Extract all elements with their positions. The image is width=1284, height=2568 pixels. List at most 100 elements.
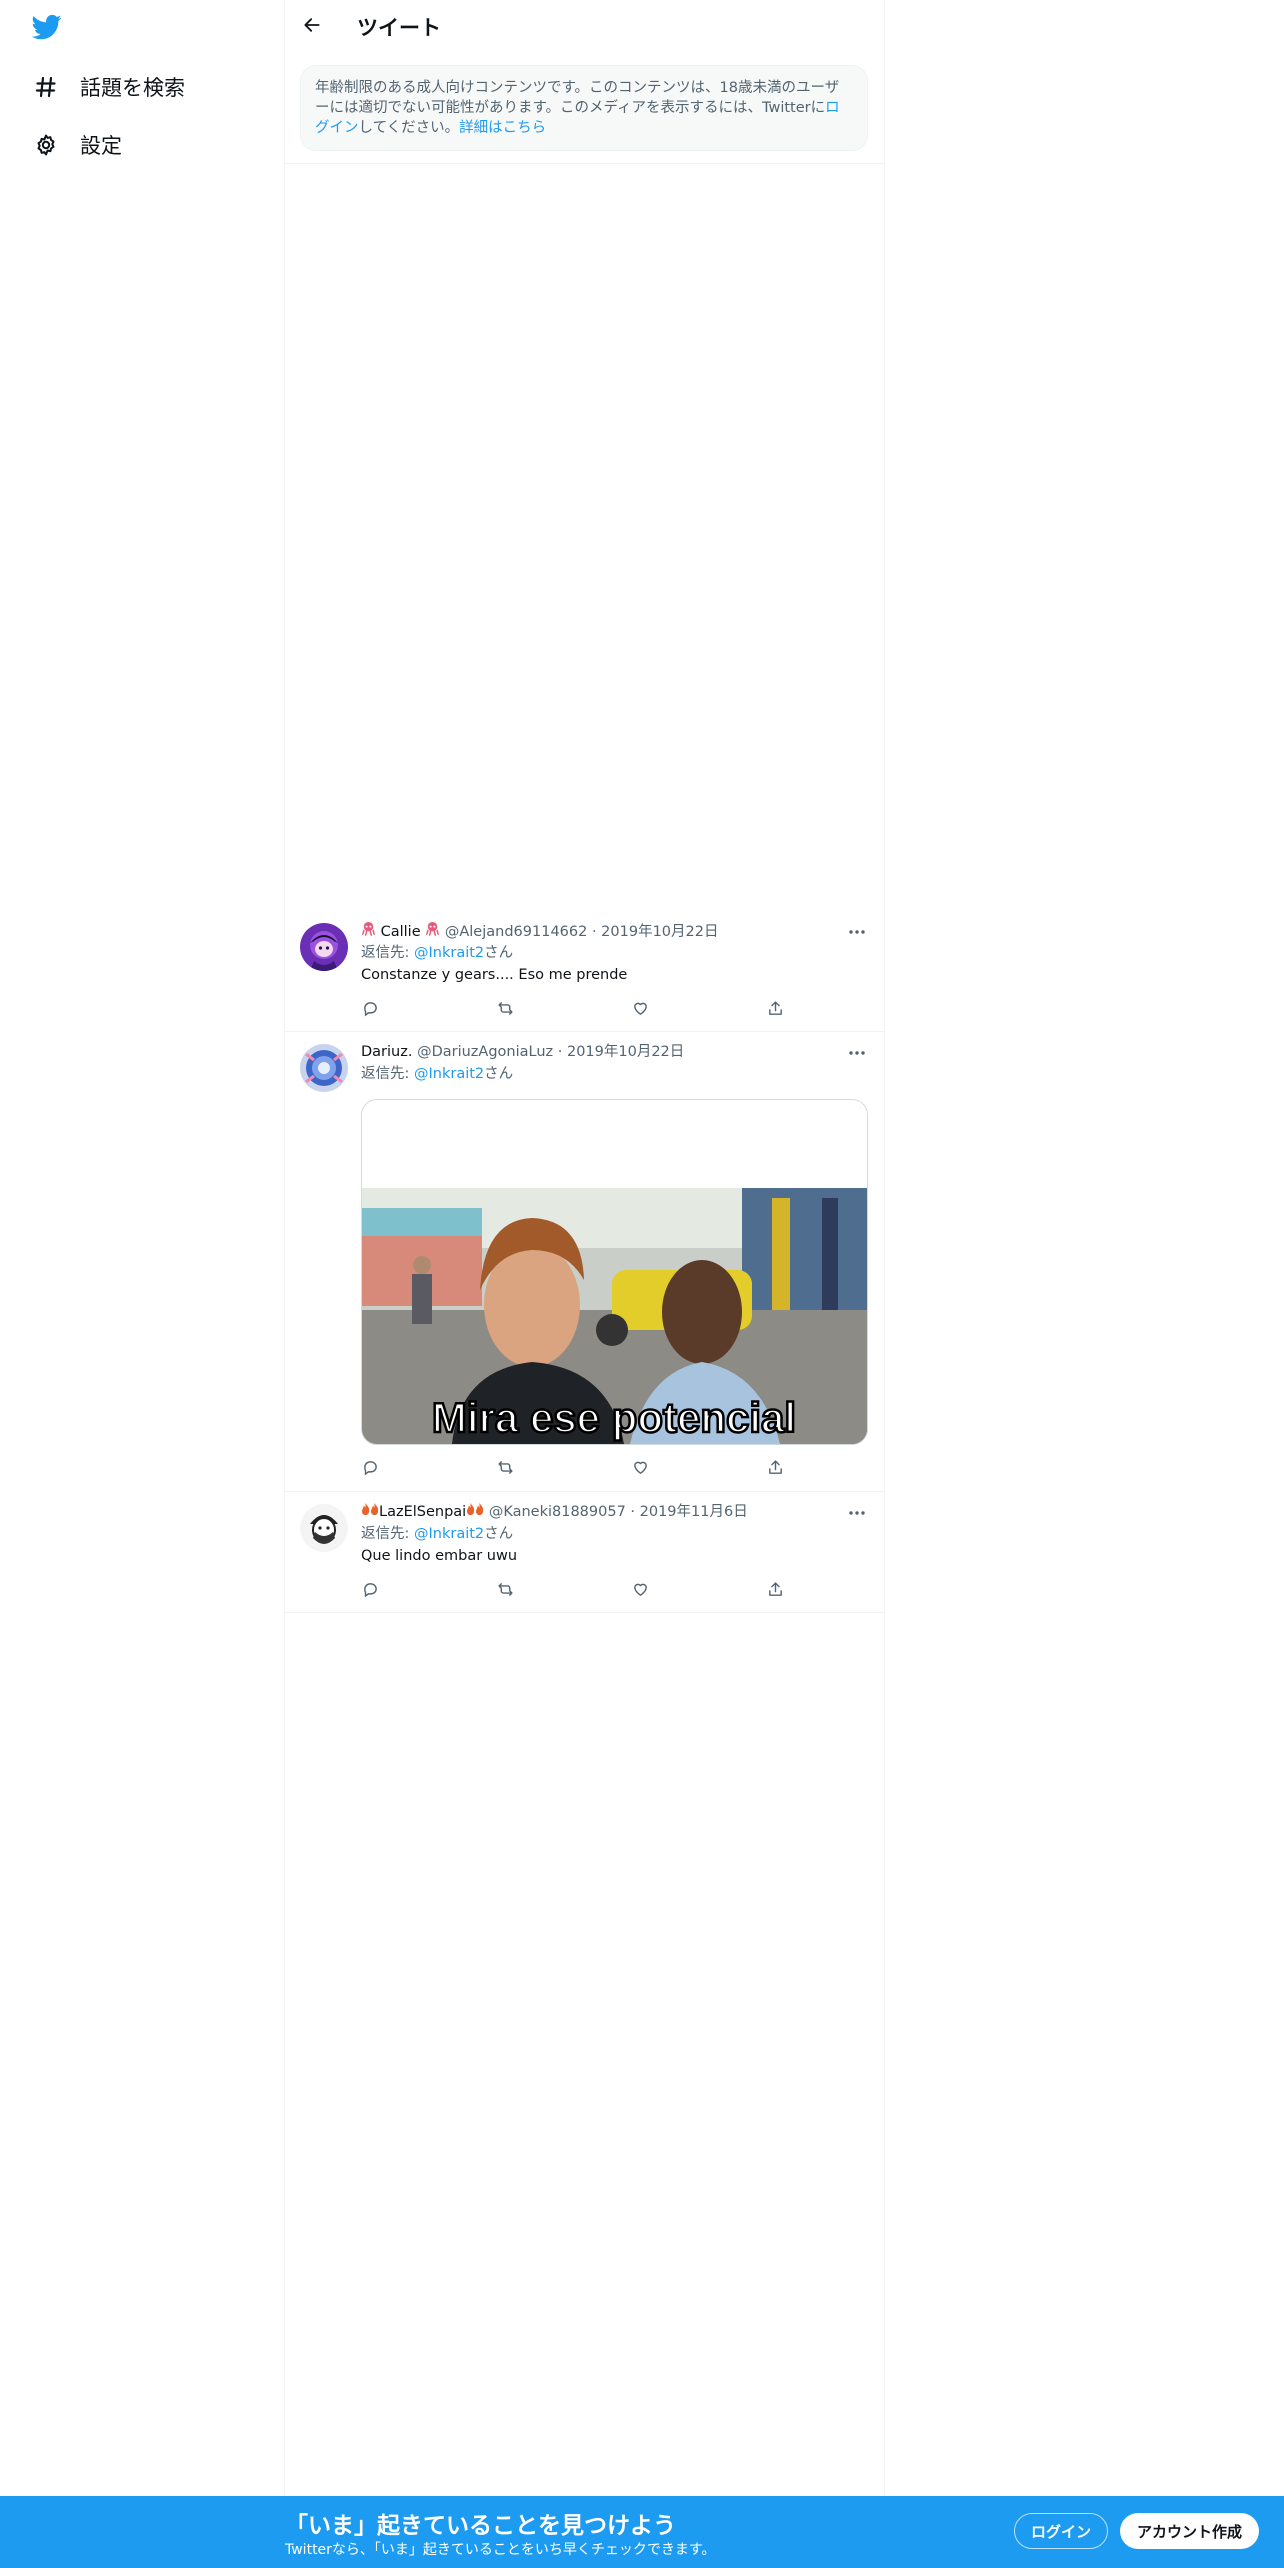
more-options-button[interactable] bbox=[843, 1038, 871, 1062]
like-icon bbox=[632, 1459, 649, 1480]
replying-to-suffix: さん bbox=[484, 1526, 514, 1542]
avatar[interactable] bbox=[300, 1044, 348, 1092]
separator-dot: · bbox=[591, 924, 597, 940]
user-handle[interactable]: @DariuzAgoniaLuz bbox=[417, 1044, 553, 1060]
reply-button[interactable] bbox=[357, 997, 383, 1023]
reply-handle-link[interactable]: @Inkrait2 bbox=[414, 1066, 484, 1082]
more-icon bbox=[848, 920, 866, 939]
reply-handle-link[interactable]: @Inkrait2 bbox=[414, 945, 484, 961]
banner-title: 「いま」起きていることを見つけよう bbox=[285, 2513, 676, 2539]
avatar[interactable] bbox=[300, 923, 348, 971]
reply-icon bbox=[362, 1000, 379, 1021]
retweet-icon bbox=[496, 1000, 515, 1021]
divider bbox=[285, 1031, 885, 1032]
sensitive-content-notice: 年齢制限のある成人向けコンテンツです。このコンテンツは、18歳未満のユーザーには… bbox=[300, 65, 868, 151]
display-name[interactable]: Callie bbox=[381, 924, 421, 940]
media-caption: Mira ese potencial bbox=[432, 1394, 796, 1441]
fire-icon bbox=[361, 1502, 379, 1520]
retweet-button[interactable] bbox=[492, 997, 518, 1023]
replying-to-suffix: さん bbox=[484, 1066, 514, 1082]
left-sidebar: 話題を検索 設定 bbox=[0, 0, 285, 2496]
banner-subtitle: Twitterなら、「いま」起きていることをいち早くチェックできます。 bbox=[285, 2542, 716, 2558]
octopus-icon bbox=[361, 921, 376, 940]
sidebar-item-label: 話題を検索 bbox=[80, 76, 185, 100]
tweet-header: Callie @Alejand69114662 · 2019年10月22日 bbox=[361, 921, 718, 942]
fire-icon bbox=[466, 1502, 484, 1520]
like-button[interactable] bbox=[627, 1456, 653, 1482]
reply-button[interactable] bbox=[357, 1578, 383, 1604]
tweet-date[interactable]: 2019年10月22日 bbox=[567, 1044, 684, 1060]
gear-icon bbox=[30, 129, 62, 161]
like-button[interactable] bbox=[627, 997, 653, 1023]
share-button[interactable] bbox=[762, 997, 788, 1023]
signup-banner: 「いま」起きていることを見つけよう Twitterなら、「いま」起きていることを… bbox=[0, 2496, 1284, 2568]
tweet-text: Constanze y gears.... Eso me prende bbox=[361, 967, 628, 983]
divider bbox=[285, 1491, 885, 1492]
sidebar-item-label: 設定 bbox=[80, 134, 122, 158]
tweet-actions bbox=[361, 997, 801, 1023]
tweet-date[interactable]: 2019年11月6日 bbox=[640, 1504, 748, 1520]
tweet-header: LazElSenpai @Kaneki81889057 · 2019年11月6日 bbox=[361, 1502, 748, 1522]
share-icon bbox=[767, 1581, 784, 1602]
movie-still-image: Mira ese potencial bbox=[362, 1100, 867, 1444]
signup-button[interactable]: アカウント作成 bbox=[1120, 2513, 1259, 2549]
tweet-media-image[interactable]: Mira ese potencial bbox=[361, 1099, 868, 1445]
reply-tweet[interactable]: Dariuz. @DariuzAgoniaLuz · 2019年10月22日 返… bbox=[285, 1036, 885, 1491]
reply-tweet[interactable]: Callie @Alejand69114662 · 2019年10月22日 返信… bbox=[285, 915, 885, 1031]
like-icon bbox=[632, 1581, 649, 1602]
more-icon bbox=[848, 1041, 866, 1060]
replying-to: 返信先: @Inkrait2さん bbox=[361, 1524, 513, 1544]
reply-icon bbox=[362, 1581, 379, 1602]
main-column: ツイート 年齢制限のある成人向けコンテンツです。このコンテンツは、18歳未満のユ… bbox=[285, 0, 885, 2496]
share-icon bbox=[767, 1459, 784, 1480]
divider bbox=[285, 1612, 885, 1613]
page-title: ツイート bbox=[357, 16, 441, 40]
share-icon bbox=[767, 1000, 784, 1021]
reply-icon bbox=[362, 1459, 379, 1480]
divider bbox=[285, 163, 885, 164]
user-handle[interactable]: @Kaneki81889057 bbox=[489, 1504, 626, 1520]
replying-to: 返信先: @Inkrait2さん bbox=[361, 1064, 513, 1084]
tweet-actions bbox=[361, 1578, 801, 1604]
more-options-button[interactable] bbox=[843, 1498, 871, 1522]
login-button[interactable]: ログイン bbox=[1014, 2513, 1108, 2549]
retweet-icon bbox=[496, 1581, 515, 1602]
separator-dot: · bbox=[630, 1504, 636, 1520]
user-handle[interactable]: @Alejand69114662 bbox=[445, 924, 587, 940]
learn-more-link[interactable]: 詳細はこちら bbox=[459, 120, 546, 136]
share-button[interactable] bbox=[762, 1578, 788, 1604]
arrow-left-icon bbox=[302, 15, 322, 39]
tweet-actions bbox=[361, 1456, 801, 1482]
twitter-bird-icon[interactable] bbox=[30, 12, 66, 44]
replying-to-label: 返信先: bbox=[361, 1066, 414, 1082]
more-options-button[interactable] bbox=[843, 917, 871, 941]
tweet-text: Que lindo embar uwu bbox=[361, 1548, 518, 1564]
share-button[interactable] bbox=[762, 1456, 788, 1482]
replying-to-suffix: さん bbox=[484, 945, 514, 961]
replying-to: 返信先: @Inkrait2さん bbox=[361, 943, 513, 963]
display-name[interactable]: LazElSenpai bbox=[379, 1504, 466, 1520]
tweet-date[interactable]: 2019年10月22日 bbox=[601, 924, 718, 940]
sidebar-item-settings[interactable]: 設定 bbox=[30, 123, 122, 167]
reply-button[interactable] bbox=[357, 1456, 383, 1482]
reply-handle-link[interactable]: @Inkrait2 bbox=[414, 1526, 484, 1542]
like-icon bbox=[632, 1000, 649, 1021]
avatar[interactable] bbox=[300, 1504, 348, 1552]
octopus-icon bbox=[425, 921, 440, 940]
back-button[interactable] bbox=[295, 10, 329, 44]
notice-text: 年齢制限のある成人向けコンテンツです。このコンテンツは、18歳未満のユーザーには… bbox=[315, 80, 840, 116]
separator-dot: · bbox=[557, 1044, 563, 1060]
display-name[interactable]: Dariuz. bbox=[361, 1044, 412, 1060]
like-button[interactable] bbox=[627, 1578, 653, 1604]
retweet-button[interactable] bbox=[492, 1578, 518, 1604]
page-header: ツイート bbox=[285, 0, 885, 54]
notice-text-2: してください。 bbox=[358, 120, 460, 136]
replying-to-label: 返信先: bbox=[361, 1526, 414, 1542]
replying-to-label: 返信先: bbox=[361, 945, 414, 961]
reply-tweet[interactable]: LazElSenpai @Kaneki81889057 · 2019年11月6日… bbox=[285, 1496, 885, 1612]
hashtag-icon bbox=[30, 71, 62, 103]
retweet-button[interactable] bbox=[492, 1456, 518, 1482]
sidebar-item-explore[interactable]: 話題を検索 bbox=[30, 65, 185, 109]
retweet-icon bbox=[496, 1459, 515, 1480]
tweet-header: Dariuz. @DariuzAgoniaLuz · 2019年10月22日 bbox=[361, 1042, 684, 1062]
